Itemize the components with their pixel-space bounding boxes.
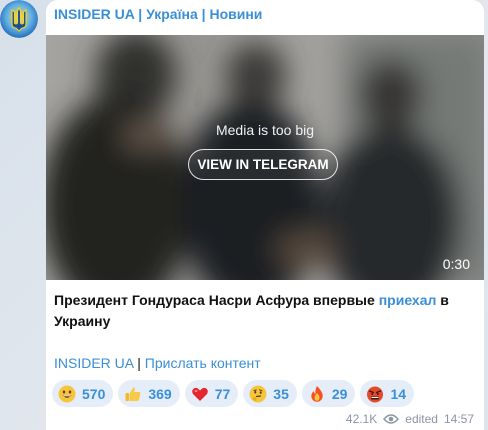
eye-icon <box>383 414 400 424</box>
telegram-channel-view: INSIDER UA | Україна | Новини Media is t… <box>0 0 488 430</box>
angry-face-icon <box>367 386 384 402</box>
video-preview[interactable]: Media is too big VIEW IN TELEGRAM 0:30 <box>46 35 484 280</box>
reaction-grinning[interactable]: 570 <box>52 380 114 407</box>
post-text: Президент Гондураса Насри Асфура впервые… <box>54 290 474 332</box>
reaction-thumbs-up[interactable]: 369 <box>118 380 180 407</box>
red-heart-icon <box>191 387 208 401</box>
video-duration: 0:30 <box>442 256 470 272</box>
footer-separator: | <box>133 355 145 371</box>
reaction-count: 77 <box>214 385 231 402</box>
post-link[interactable]: приехал <box>379 292 437 308</box>
channel-avatar[interactable] <box>0 0 38 38</box>
thinking-face-icon <box>249 385 267 402</box>
reaction-count: 29 <box>331 385 348 402</box>
post-text-part: Президент Гондураса Насри Асфура впервые <box>54 292 379 308</box>
reaction-count: 570 <box>82 385 106 402</box>
reaction-count: 369 <box>148 385 172 402</box>
message-time: 14:57 <box>443 412 474 426</box>
thumbs-up-icon <box>125 386 141 401</box>
channel-title[interactable]: INSIDER UA | Україна | Новини <box>54 6 262 22</box>
footer-links: INSIDER UA | Прислать контент <box>54 355 261 371</box>
reaction-fire[interactable]: 29 <box>301 380 356 407</box>
reaction-heart[interactable]: 77 <box>184 380 239 407</box>
message-bubble: INSIDER UA | Україна | Новини Media is t… <box>46 0 484 430</box>
view-count: 42.1K <box>345 412 378 426</box>
reaction-angry[interactable]: 14 <box>360 380 415 407</box>
grinning-face-icon <box>58 385 76 402</box>
view-in-telegram-button[interactable]: VIEW IN TELEGRAM <box>188 149 338 180</box>
reactions-bar: 570 369 77 35 29 14 <box>52 380 415 407</box>
media-too-big-note: Media is too big <box>215 122 315 138</box>
channel-link[interactable]: INSIDER UA <box>54 355 133 371</box>
reaction-count: 14 <box>390 385 407 402</box>
reaction-count: 35 <box>273 385 289 402</box>
edited-label: edited <box>405 412 438 426</box>
reaction-thinking[interactable]: 35 <box>243 380 297 407</box>
fire-icon <box>311 385 323 402</box>
trident-logo-icon <box>0 0 38 38</box>
message-meta: 42.1K edited 14:57 <box>346 412 474 426</box>
send-content-link[interactable]: Прислать контент <box>145 355 261 371</box>
